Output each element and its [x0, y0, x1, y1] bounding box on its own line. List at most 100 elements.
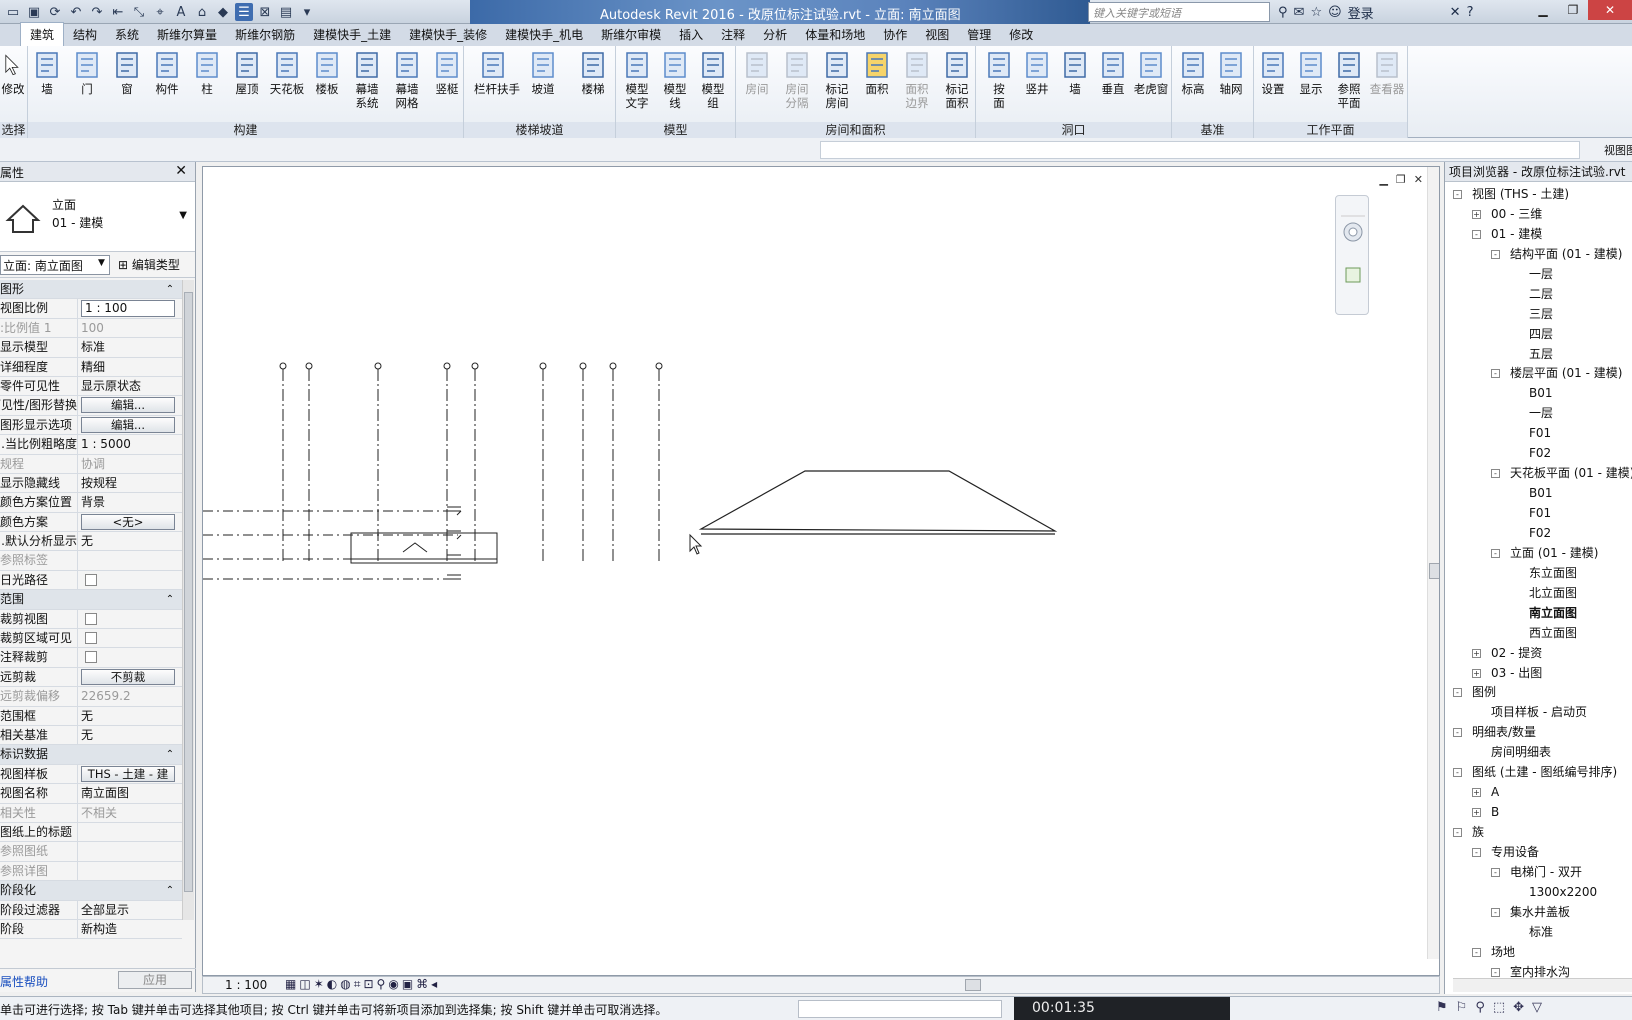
select-by-face-icon[interactable]: ⬚	[1493, 1000, 1505, 1015]
ribbon-button-build-10[interactable]: 竖梃	[428, 50, 466, 96]
tree-item[interactable]: B01	[1445, 483, 1632, 503]
analytical-model-icon[interactable]: ⌘	[416, 977, 428, 992]
expand-icon[interactable]: +	[1472, 808, 1481, 818]
tree-item[interactable]: + B	[1445, 802, 1632, 822]
show-crop-icon[interactable]: ⊡	[363, 977, 373, 992]
tree-item[interactable]: B01	[1445, 383, 1632, 403]
property-checkbox[interactable]	[85, 632, 97, 645]
ribbon-button-workplane-2[interactable]: 参照 平面	[1330, 50, 1368, 110]
scrollbar-thumb[interactable]	[184, 292, 193, 892]
tab-14[interactable]: 视图	[916, 23, 958, 46]
collapse-icon[interactable]: -	[1491, 369, 1500, 379]
minimize-icon[interactable]: ▁	[1528, 0, 1558, 20]
minimize-icon[interactable]: ▁	[1379, 173, 1387, 186]
tree-item[interactable]: - 结构平面 (01 - 建模)	[1445, 244, 1632, 264]
property-checkbox[interactable]	[85, 612, 97, 625]
select-underlay-icon[interactable]: ⚐	[1456, 1000, 1468, 1015]
property-group[interactable]: 图形 ⌃	[0, 280, 182, 300]
tab-13[interactable]: 协作	[874, 23, 916, 46]
property-value[interactable]: 精细	[81, 360, 105, 374]
close-hidden-icon[interactable]: ⊠	[256, 3, 274, 21]
ribbon-button-workplane-1[interactable]: 显示	[1292, 50, 1330, 96]
rendering-icon[interactable]: ◍	[340, 977, 350, 992]
options-field[interactable]	[820, 141, 1580, 159]
property-group[interactable]: 阶段化 ⌃	[0, 881, 182, 901]
tree-item[interactable]: F01	[1445, 423, 1632, 443]
3d-view-icon[interactable]: ⌂	[193, 3, 211, 21]
redo-icon[interactable]: ↷	[88, 3, 106, 21]
tree-item[interactable]: 四层	[1445, 324, 1632, 344]
tree-item[interactable]: F02	[1445, 523, 1632, 543]
tree-item[interactable]: 标准	[1445, 922, 1632, 942]
ribbon-button-opening-3[interactable]: 垂直	[1094, 50, 1132, 96]
tree-item[interactable]: - 专用设备	[1445, 842, 1632, 862]
search-input[interactable]: 键入关键字或短语	[1088, 2, 1270, 22]
section-icon[interactable]: ◆	[214, 3, 232, 21]
tree-item[interactable]: - 场地	[1445, 942, 1632, 962]
tag-icon[interactable]: ⌖	[151, 3, 169, 21]
save-icon[interactable]: ▣	[25, 3, 43, 21]
property-checkbox[interactable]	[85, 573, 97, 586]
drawing-canvas[interactable]: ▁ ❐ ✕	[202, 166, 1440, 976]
ribbon-button-room-4[interactable]: 面积 边界	[898, 50, 936, 110]
close-icon[interactable]: ✕	[1588, 0, 1632, 20]
property-value[interactable]: 南立面图	[81, 786, 129, 800]
apply-button[interactable]: 应用	[118, 971, 192, 989]
property-button[interactable]: THS - 土建 - 建	[81, 765, 175, 782]
ribbon-button-opening-2[interactable]: 墙	[1056, 50, 1094, 96]
sun-path-icon[interactable]: ✶	[314, 977, 324, 992]
collapse-icon[interactable]: -	[1472, 229, 1481, 239]
exchange-icon[interactable]: ✕	[1450, 5, 1461, 20]
properties-scrollbar[interactable]	[182, 280, 194, 920]
switch-windows-icon[interactable]: ▤	[277, 3, 295, 21]
expand-icon[interactable]: +	[1472, 209, 1481, 219]
collapse-icon[interactable]: -	[1491, 249, 1500, 259]
ribbon-button-build-7[interactable]: 楼板	[308, 50, 346, 96]
property-value[interactable]: 不相关	[81, 806, 117, 820]
ribbon-button-build-0[interactable]: 墙	[28, 50, 66, 96]
tree-item[interactable]: 西立面图	[1445, 623, 1632, 643]
tab-11[interactable]: 分析	[754, 23, 796, 46]
close-icon[interactable]: ✕	[175, 163, 187, 179]
tree-item[interactable]: 房间明细表	[1445, 742, 1632, 762]
collapse-icon[interactable]: -	[1453, 688, 1462, 698]
property-value[interactable]: 1 : 5000	[81, 437, 131, 451]
tab-5[interactable]: 建模快手_土建	[304, 23, 400, 46]
tree-item[interactable]: 北立面图	[1445, 583, 1632, 603]
property-group[interactable]: 标识数据 ⌃	[0, 745, 182, 765]
ribbon-button-build-3[interactable]: 构件	[148, 50, 186, 96]
collapse-icon[interactable]: ⌃	[160, 280, 180, 298]
ribbon-button-opening-1[interactable]: 竖井	[1018, 50, 1056, 96]
ribbon-button-stairs-0[interactable]: 栏杆扶手	[474, 50, 520, 96]
ribbon-button-stairs-2[interactable]: 楼梯	[574, 50, 612, 96]
tab-16[interactable]: 修改	[1000, 23, 1042, 46]
ribbon-button-model-1[interactable]: 模型 线	[656, 50, 694, 110]
horizontal-scrollbar-thumb[interactable]	[965, 979, 981, 991]
tab-12[interactable]: 体量和场地	[796, 23, 874, 46]
navigation-wheel-icon[interactable]	[1336, 196, 1370, 316]
tree-item[interactable]: F01	[1445, 503, 1632, 523]
collapse-icon[interactable]: ⌃	[160, 881, 180, 899]
collapse-icon[interactable]: -	[1491, 548, 1500, 558]
collapse-icon[interactable]: -	[1472, 847, 1481, 857]
login-button[interactable]: 登录	[1348, 3, 1374, 22]
collapse-icon[interactable]: -	[1491, 967, 1500, 977]
browser-horizontal-scrollbar[interactable]	[1453, 978, 1632, 992]
ribbon-button-build-2[interactable]: 窗	[108, 50, 146, 96]
property-value[interactable]: 协调	[81, 457, 105, 471]
shadows-icon[interactable]: ◐	[327, 977, 337, 992]
property-button[interactable]: <无>	[81, 513, 175, 530]
tab-6[interactable]: 建模快手_装修	[400, 23, 496, 46]
tree-item[interactable]: +02 - 提资	[1445, 643, 1632, 663]
property-checkbox[interactable]	[85, 651, 97, 664]
tab-7[interactable]: 建模快手_机电	[496, 23, 592, 46]
scrollbar-thumb[interactable]	[1429, 563, 1439, 579]
property-value[interactable]: 标准	[81, 340, 105, 354]
collapse-icon[interactable]: -	[1491, 469, 1500, 479]
undo-icon[interactable]: ↶	[67, 3, 85, 21]
collapse-icon[interactable]: -	[1472, 947, 1481, 957]
scroll-left-icon[interactable]: ◂	[431, 977, 437, 992]
collapse-icon[interactable]: ⌃	[160, 590, 180, 608]
drag-elements-icon[interactable]: ✥	[1513, 1000, 1524, 1015]
user-icon[interactable]: ☺	[1328, 5, 1342, 20]
